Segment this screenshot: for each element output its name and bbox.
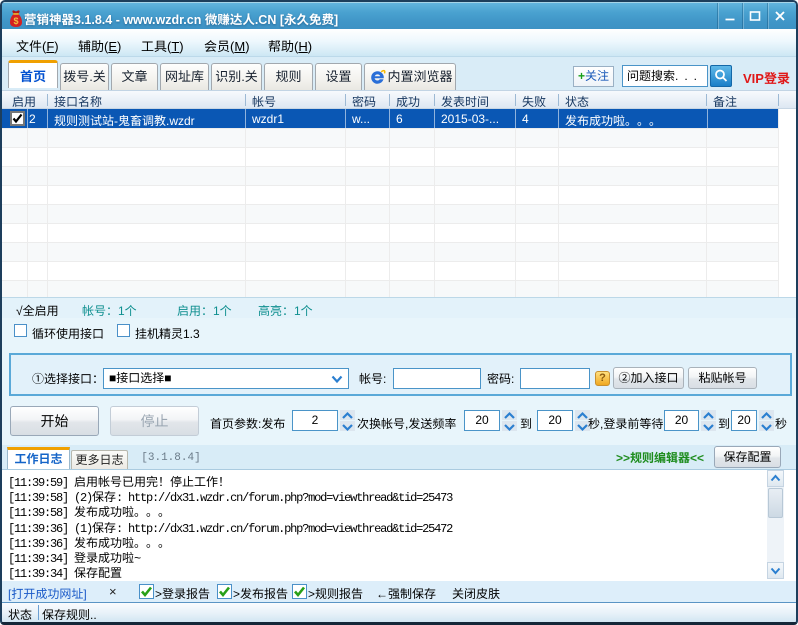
svg-text:$: $ bbox=[13, 16, 18, 26]
